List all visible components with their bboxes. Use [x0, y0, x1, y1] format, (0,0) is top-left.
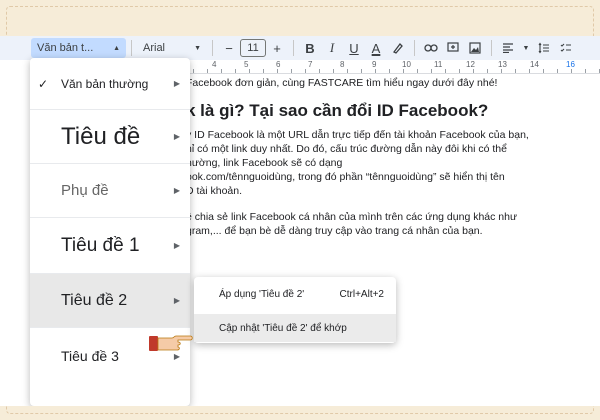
- underline-button[interactable]: U: [345, 38, 363, 58]
- ruler-mark: 8: [340, 60, 345, 69]
- style-option-heading-2[interactable]: Tiêu đề 2 ▶: [30, 274, 190, 328]
- toolbar-divider: [491, 40, 492, 56]
- toolbar: Văn bản t... ▲ Arial ▼ − 11 + B I U A ▼: [0, 36, 600, 60]
- ruler: 4 5 6 7 8 9 10 11 12 13 14 16: [180, 60, 600, 74]
- line-spacing-icon[interactable]: [535, 38, 553, 58]
- caret-down-icon: ▲: [113, 44, 120, 52]
- ruler-mark: 11: [434, 60, 443, 69]
- apply-heading-2-option[interactable]: Áp dụng 'Tiêu đề 2' Ctrl+Alt+2: [194, 280, 396, 308]
- toolbar-divider: [414, 40, 415, 56]
- body-text-line: gram,... để bạn bè dễ dàng truy cập vào …: [186, 225, 483, 237]
- style-option-label: Văn bản thường: [61, 76, 149, 91]
- keyboard-shortcut: Ctrl+Alt+2: [339, 288, 384, 300]
- style-option-subtitle[interactable]: Phụ đề ▶: [30, 164, 190, 218]
- checklist-icon[interactable]: [557, 38, 575, 58]
- style-option-heading-1[interactable]: Tiêu đề 1 ▶: [30, 218, 190, 274]
- paragraph-style-value: Văn bản t...: [37, 42, 94, 54]
- body-text-line: Facebook đơn giản, cùng FASTCARE tìm hiể…: [186, 77, 498, 89]
- google-docs-window: Văn bản t... ▲ Arial ▼ − 11 + B I U A ▼ …: [0, 36, 600, 406]
- add-comment-icon[interactable]: [444, 38, 462, 58]
- ruler-mark: 10: [402, 60, 411, 69]
- ruler-mark: 9: [372, 60, 377, 69]
- align-left-icon[interactable]: [499, 38, 517, 58]
- body-text-line: hường, link Facebook sẽ có dạng: [186, 157, 343, 169]
- bold-button[interactable]: B: [301, 38, 319, 58]
- toolbar-divider: [131, 40, 132, 56]
- increase-font-size-button[interactable]: +: [268, 38, 286, 58]
- caret-down-icon[interactable]: ▼: [521, 38, 531, 58]
- font-family-dropdown[interactable]: Arial ▼: [137, 38, 207, 58]
- heading-2-submenu: Áp dụng 'Tiêu đề 2' Ctrl+Alt+2 Cập nhật …: [194, 277, 396, 343]
- toolbar-divider: [212, 40, 213, 56]
- body-text-line: D tài khoản.: [186, 185, 243, 197]
- style-option-label: Tiêu đề 2: [61, 291, 128, 309]
- ruler-mark: 4: [212, 60, 217, 69]
- style-option-title[interactable]: Tiêu đề ▶: [30, 110, 190, 164]
- decrease-font-size-button[interactable]: −: [220, 38, 238, 58]
- ruler-mark: 7: [308, 60, 313, 69]
- pointing-hand-icon: [149, 335, 193, 351]
- style-option-label: Tiêu đề: [61, 122, 141, 150]
- font-size-input[interactable]: 11: [240, 39, 266, 57]
- document-body[interactable]: Facebook đơn giản, cùng FASTCARE tìm hiể…: [186, 76, 586, 238]
- link-icon[interactable]: [422, 38, 440, 58]
- italic-button[interactable]: I: [323, 38, 341, 58]
- ruler-mark: 13: [498, 60, 507, 69]
- font-family-value: Arial: [143, 42, 166, 54]
- section-heading: k là gì? Tại sao cần đổi ID Facebook?: [186, 101, 489, 120]
- submenu-label: Cập nhật 'Tiêu đề 2' để khớp: [219, 322, 347, 334]
- chevron-right-icon: ▶: [173, 186, 180, 195]
- insert-image-icon[interactable]: [466, 38, 484, 58]
- style-option-label: Tiêu đề 3: [61, 348, 119, 364]
- style-option-label: Tiêu đề 1: [61, 234, 140, 256]
- check-icon: ✓: [38, 76, 49, 91]
- ruler-mark: 12: [466, 60, 475, 69]
- paragraph-style-dropdown[interactable]: Văn bản t... ▲: [31, 38, 126, 58]
- body-text-line: hỉ có một link duy nhất. Do đó, cấu trúc…: [186, 143, 507, 155]
- body-text-line: ook.com/tênnguoidùng, trong đó phần “tên…: [186, 171, 505, 183]
- ruler-mark: 6: [276, 60, 281, 69]
- chevron-right-icon: ▶: [173, 132, 180, 141]
- highlight-pen-icon[interactable]: [389, 38, 407, 58]
- ruler-mark: 16: [566, 60, 575, 69]
- chevron-right-icon: ▶: [173, 79, 180, 88]
- caret-down-icon: ▼: [194, 44, 201, 52]
- ruler-mark: 14: [530, 60, 539, 69]
- ruler-mark: 5: [244, 60, 249, 69]
- submenu-label: Áp dụng 'Tiêu đề 2': [219, 288, 305, 300]
- style-option-normal-text[interactable]: ✓ Văn bản thường ▶: [30, 58, 190, 110]
- body-text-line: y ID Facebook là một URL dẫn trực tiếp đ…: [186, 129, 529, 141]
- toolbar-divider: [293, 40, 294, 56]
- update-heading-2-option[interactable]: Cập nhật 'Tiêu đề 2' để khớp: [194, 314, 396, 342]
- style-option-label: Phụ đề: [61, 182, 109, 199]
- text-color-button[interactable]: A: [367, 38, 385, 58]
- body-text-line: ề chia sẻ link Facebook cá nhân của mình…: [186, 211, 518, 223]
- chevron-right-icon: ▶: [173, 241, 180, 250]
- chevron-right-icon: ▶: [173, 296, 180, 305]
